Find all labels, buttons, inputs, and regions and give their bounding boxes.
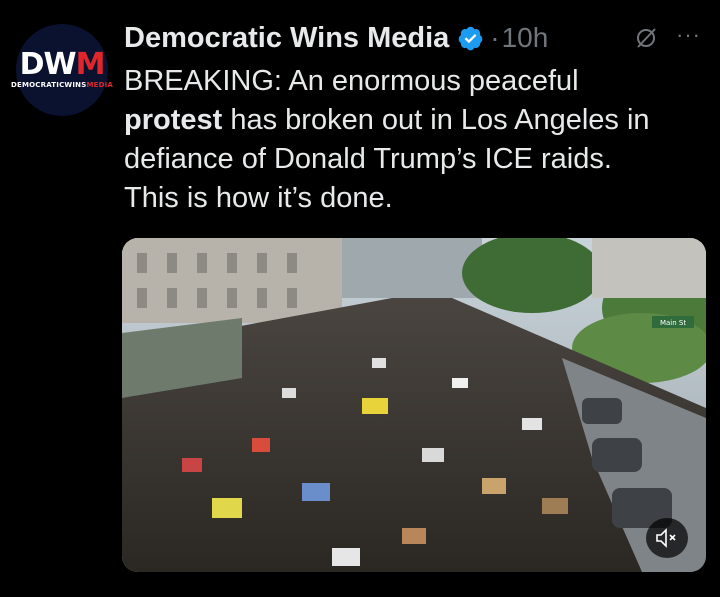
timestamp[interactable]: 10h	[502, 22, 549, 54]
avatar-logo-text: DWM	[19, 46, 106, 82]
avatar-logo: DWM	[19, 46, 106, 82]
verified-badge-icon	[458, 26, 483, 50]
tweet-line-3: defiance of Donald Trump’s ICE raids.	[124, 143, 612, 175]
tweet-line-2: protest has broken out in Los Angeles in	[124, 101, 714, 140]
tweet-header: Democratic Wins Media · 10h	[124, 18, 548, 58]
avatar-subtitle-left: DEMOCRATICWINS	[10, 80, 87, 89]
account-name[interactable]: Democratic Wins Media	[124, 22, 449, 55]
tweet-text: BREAKING: An enormous peaceful protest h…	[124, 62, 714, 218]
tweet-line-1: BREAKING: An enormous peaceful	[124, 65, 579, 97]
avatar-subtitle: DEMOCRATICWINSMEDIA	[11, 81, 113, 89]
street-sign-text: Main St	[660, 319, 686, 327]
tweet-bold-word: protest	[124, 104, 223, 136]
tweet-line-2-rest: has broken out in Los Angeles in	[222, 104, 650, 136]
protest-crowd-image: Main St	[122, 238, 706, 572]
avatar[interactable]: DWM DEMOCRATICWINSMEDIA	[11, 24, 113, 116]
grok-icon[interactable]	[634, 26, 658, 50]
more-options-button[interactable]: ···	[676, 22, 701, 48]
mute-icon	[656, 528, 676, 548]
mute-button[interactable]	[646, 518, 688, 558]
separator-dot: ·	[490, 22, 500, 53]
tweet-video[interactable]: Main St	[122, 238, 706, 572]
avatar-subtitle-right: MEDIA	[86, 80, 114, 89]
tweet-line-4: This is how it’s done.	[124, 182, 393, 214]
